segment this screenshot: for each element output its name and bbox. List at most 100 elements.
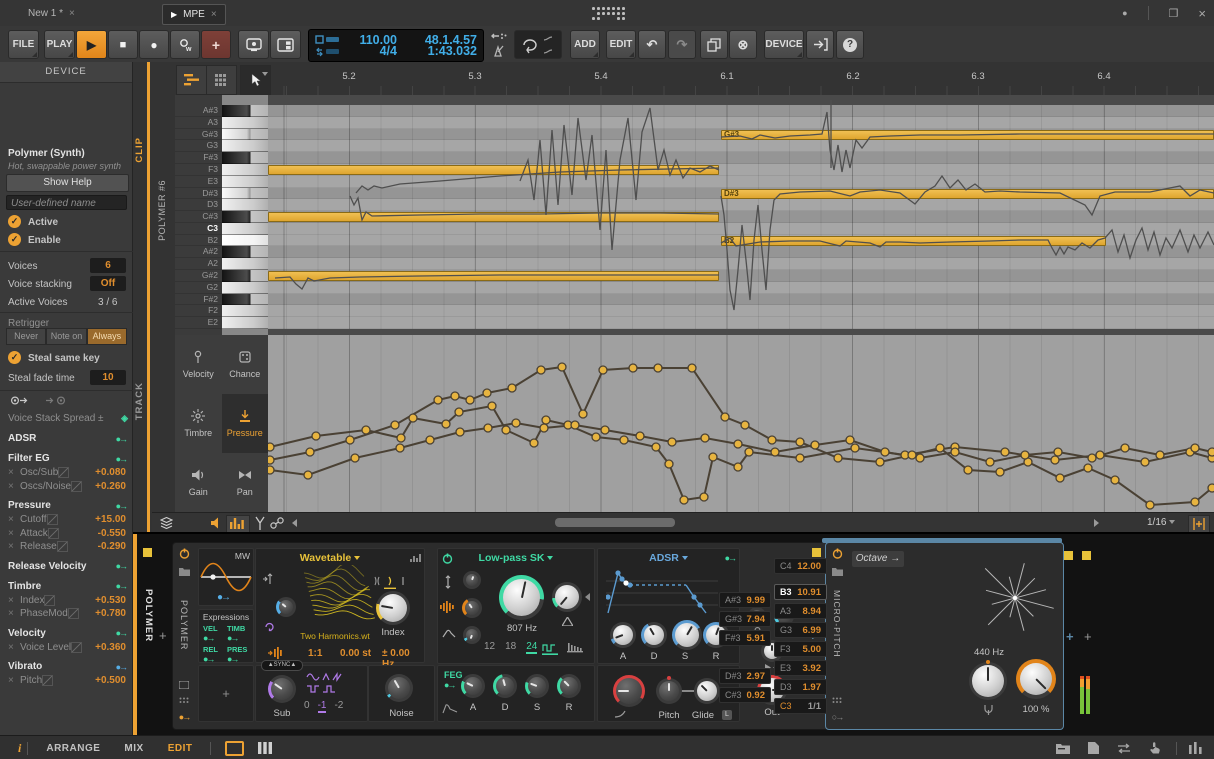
pressure-point[interactable]: [668, 438, 676, 446]
scroll-right-icon[interactable]: [1094, 519, 1099, 527]
device-preset-icon[interactable]: [179, 567, 190, 576]
pressure-point[interactable]: [579, 410, 587, 418]
close-window-icon[interactable]: ×: [1198, 6, 1206, 21]
steal-same-key-checkbox[interactable]: ✓: [8, 351, 21, 364]
pressure-point[interactable]: [502, 426, 510, 434]
pressure-point[interactable]: [456, 428, 464, 436]
grid-setting-dropdown[interactable]: 1/16: [1147, 517, 1175, 528]
file-icon[interactable]: [1088, 742, 1099, 754]
mod-amount-value[interactable]: -0.550: [98, 528, 126, 539]
link-icon[interactable]: [270, 517, 284, 529]
pressure-point[interactable]: [629, 364, 637, 372]
mod-target-phasemod[interactable]: ×PhaseMod+0.780: [8, 608, 126, 619]
adsr-knob-a[interactable]: [610, 622, 636, 648]
touch-icon[interactable]: [1149, 742, 1161, 754]
horizontal-scrollbar[interactable]: [555, 518, 675, 527]
glide-legato-badge[interactable]: L: [722, 710, 732, 720]
punch-metronome-icons[interactable]: [489, 32, 509, 58]
add-track-button[interactable]: +: [201, 30, 231, 59]
song-time-value[interactable]: 1:43.032: [403, 44, 477, 58]
expression-tab-pressure[interactable]: Pressure: [222, 394, 269, 453]
device-preset-icon[interactable]: [832, 567, 843, 576]
pressure-point[interactable]: [680, 496, 688, 504]
steal-fade-value[interactable]: 10: [90, 370, 126, 385]
piano-key-G#3[interactable]: [222, 129, 268, 141]
env-type-dropdown[interactable]: ADSR: [628, 552, 709, 564]
remove-modulation-icon[interactable]: ×: [8, 528, 20, 539]
remove-modulation-icon[interactable]: ×: [8, 675, 20, 686]
add-device-end-button[interactable]: +: [1084, 629, 1092, 644]
sub-knob[interactable]: [268, 675, 296, 703]
filter-small-knob-2[interactable]: [462, 598, 482, 618]
filter-slope-18[interactable]: 18: [505, 641, 516, 654]
mod-source-velocity[interactable]: Velocity●→: [8, 628, 126, 639]
mod-target-oscs-noise[interactable]: ×Oscs/Noise+0.260: [8, 481, 126, 492]
pitch-knob[interactable]: [656, 678, 682, 704]
add-menu-button[interactable]: ADD: [570, 30, 600, 59]
play-menu-button[interactable]: PLAY: [44, 30, 75, 59]
pressure-point[interactable]: [268, 443, 274, 451]
tab-clip[interactable]: CLIP: [134, 137, 145, 163]
remote-controls-icon[interactable]: [179, 681, 189, 689]
mod-curve-icon[interactable]: [58, 467, 69, 478]
mod-target-pitch[interactable]: ×Pitch+0.500: [8, 675, 126, 686]
note-B2[interactable]: B2: [721, 236, 1106, 246]
micropitch-cell-G#3[interactable]: G#37.94: [719, 611, 771, 627]
enable-checkbox[interactable]: ✓: [8, 233, 21, 246]
help-button[interactable]: ?: [836, 30, 864, 59]
mod-curve-icon[interactable]: [44, 595, 55, 606]
pressure-point[interactable]: [1084, 464, 1092, 472]
cutoff-knob[interactable]: [499, 575, 544, 620]
redo-button[interactable]: ↷: [668, 30, 696, 59]
add-oscillator-slot[interactable]: +: [198, 665, 254, 722]
feg-knob-s[interactable]: [525, 674, 549, 698]
pressure-point[interactable]: [592, 433, 600, 441]
pressure-point[interactable]: [426, 436, 434, 444]
voice-stacking-value[interactable]: Off: [90, 276, 126, 291]
mixer-meter-icon[interactable]: [1189, 742, 1202, 754]
pressure-point[interactable]: [834, 454, 842, 462]
pressure-point[interactable]: [771, 448, 779, 456]
pressure-point[interactable]: [876, 458, 884, 466]
pressure-point[interactable]: [351, 454, 359, 462]
piano-key-A#2[interactable]: [222, 246, 268, 258]
filter-mode-icons[interactable]: [542, 641, 586, 655]
noise-cell[interactable]: Noise: [368, 665, 435, 722]
mod-amount-value[interactable]: +0.500: [95, 675, 126, 686]
multi-pane-layout-icon[interactable]: [258, 742, 272, 754]
mod-curve-icon[interactable]: [68, 608, 79, 619]
pressure-point[interactable]: [558, 363, 566, 371]
remove-modulation-icon[interactable]: ×: [8, 481, 20, 492]
modulation-out-icon[interactable]: ○→: [832, 712, 842, 722]
modulation-direction-tabs[interactable]: [10, 395, 70, 406]
pressure-point[interactable]: [512, 419, 520, 427]
feg-knob-a[interactable]: [461, 674, 485, 698]
view-button-arrange[interactable]: ARRANGE: [46, 743, 100, 754]
envelope-visualization[interactable]: [606, 567, 718, 617]
adsr-knob-s[interactable]: [672, 620, 702, 650]
expression-tab-pan[interactable]: Pan: [222, 453, 269, 512]
scroll-left-icon[interactable]: [292, 519, 297, 527]
overdub-button[interactable]: w: [170, 30, 200, 59]
device-name-vertical[interactable]: MICRO-PITCH: [832, 590, 842, 658]
audition-icon[interactable]: [210, 517, 222, 529]
device-power-icon[interactable]: [179, 548, 190, 559]
micropitch-cell-D3[interactable]: D31.97: [774, 679, 827, 695]
pressure-point[interactable]: [721, 413, 729, 421]
micropitch-cell-D#3[interactable]: D#32.97: [719, 668, 771, 684]
remove-modulation-icon[interactable]: ×: [8, 514, 20, 525]
pressure-point[interactable]: [986, 458, 994, 466]
octave-mode-button[interactable]: Octave →: [852, 551, 904, 567]
pressure-point[interactable]: [700, 493, 708, 501]
info-icon[interactable]: i: [18, 741, 21, 756]
mod-amount-value[interactable]: +0.360: [95, 642, 126, 653]
piano-key-G2[interactable]: [222, 282, 268, 294]
pressure-point[interactable]: [745, 448, 753, 456]
expression-mod-pres[interactable]: PRES●→: [227, 645, 251, 664]
pressure-point[interactable]: [709, 453, 717, 461]
edit-menu-button[interactable]: EDIT: [606, 30, 636, 59]
file-menu-button[interactable]: FILE: [8, 30, 39, 59]
mod-curve-icon[interactable]: [57, 541, 68, 552]
resonance-knob[interactable]: [552, 582, 582, 612]
piano-key-D3[interactable]: [222, 199, 268, 211]
